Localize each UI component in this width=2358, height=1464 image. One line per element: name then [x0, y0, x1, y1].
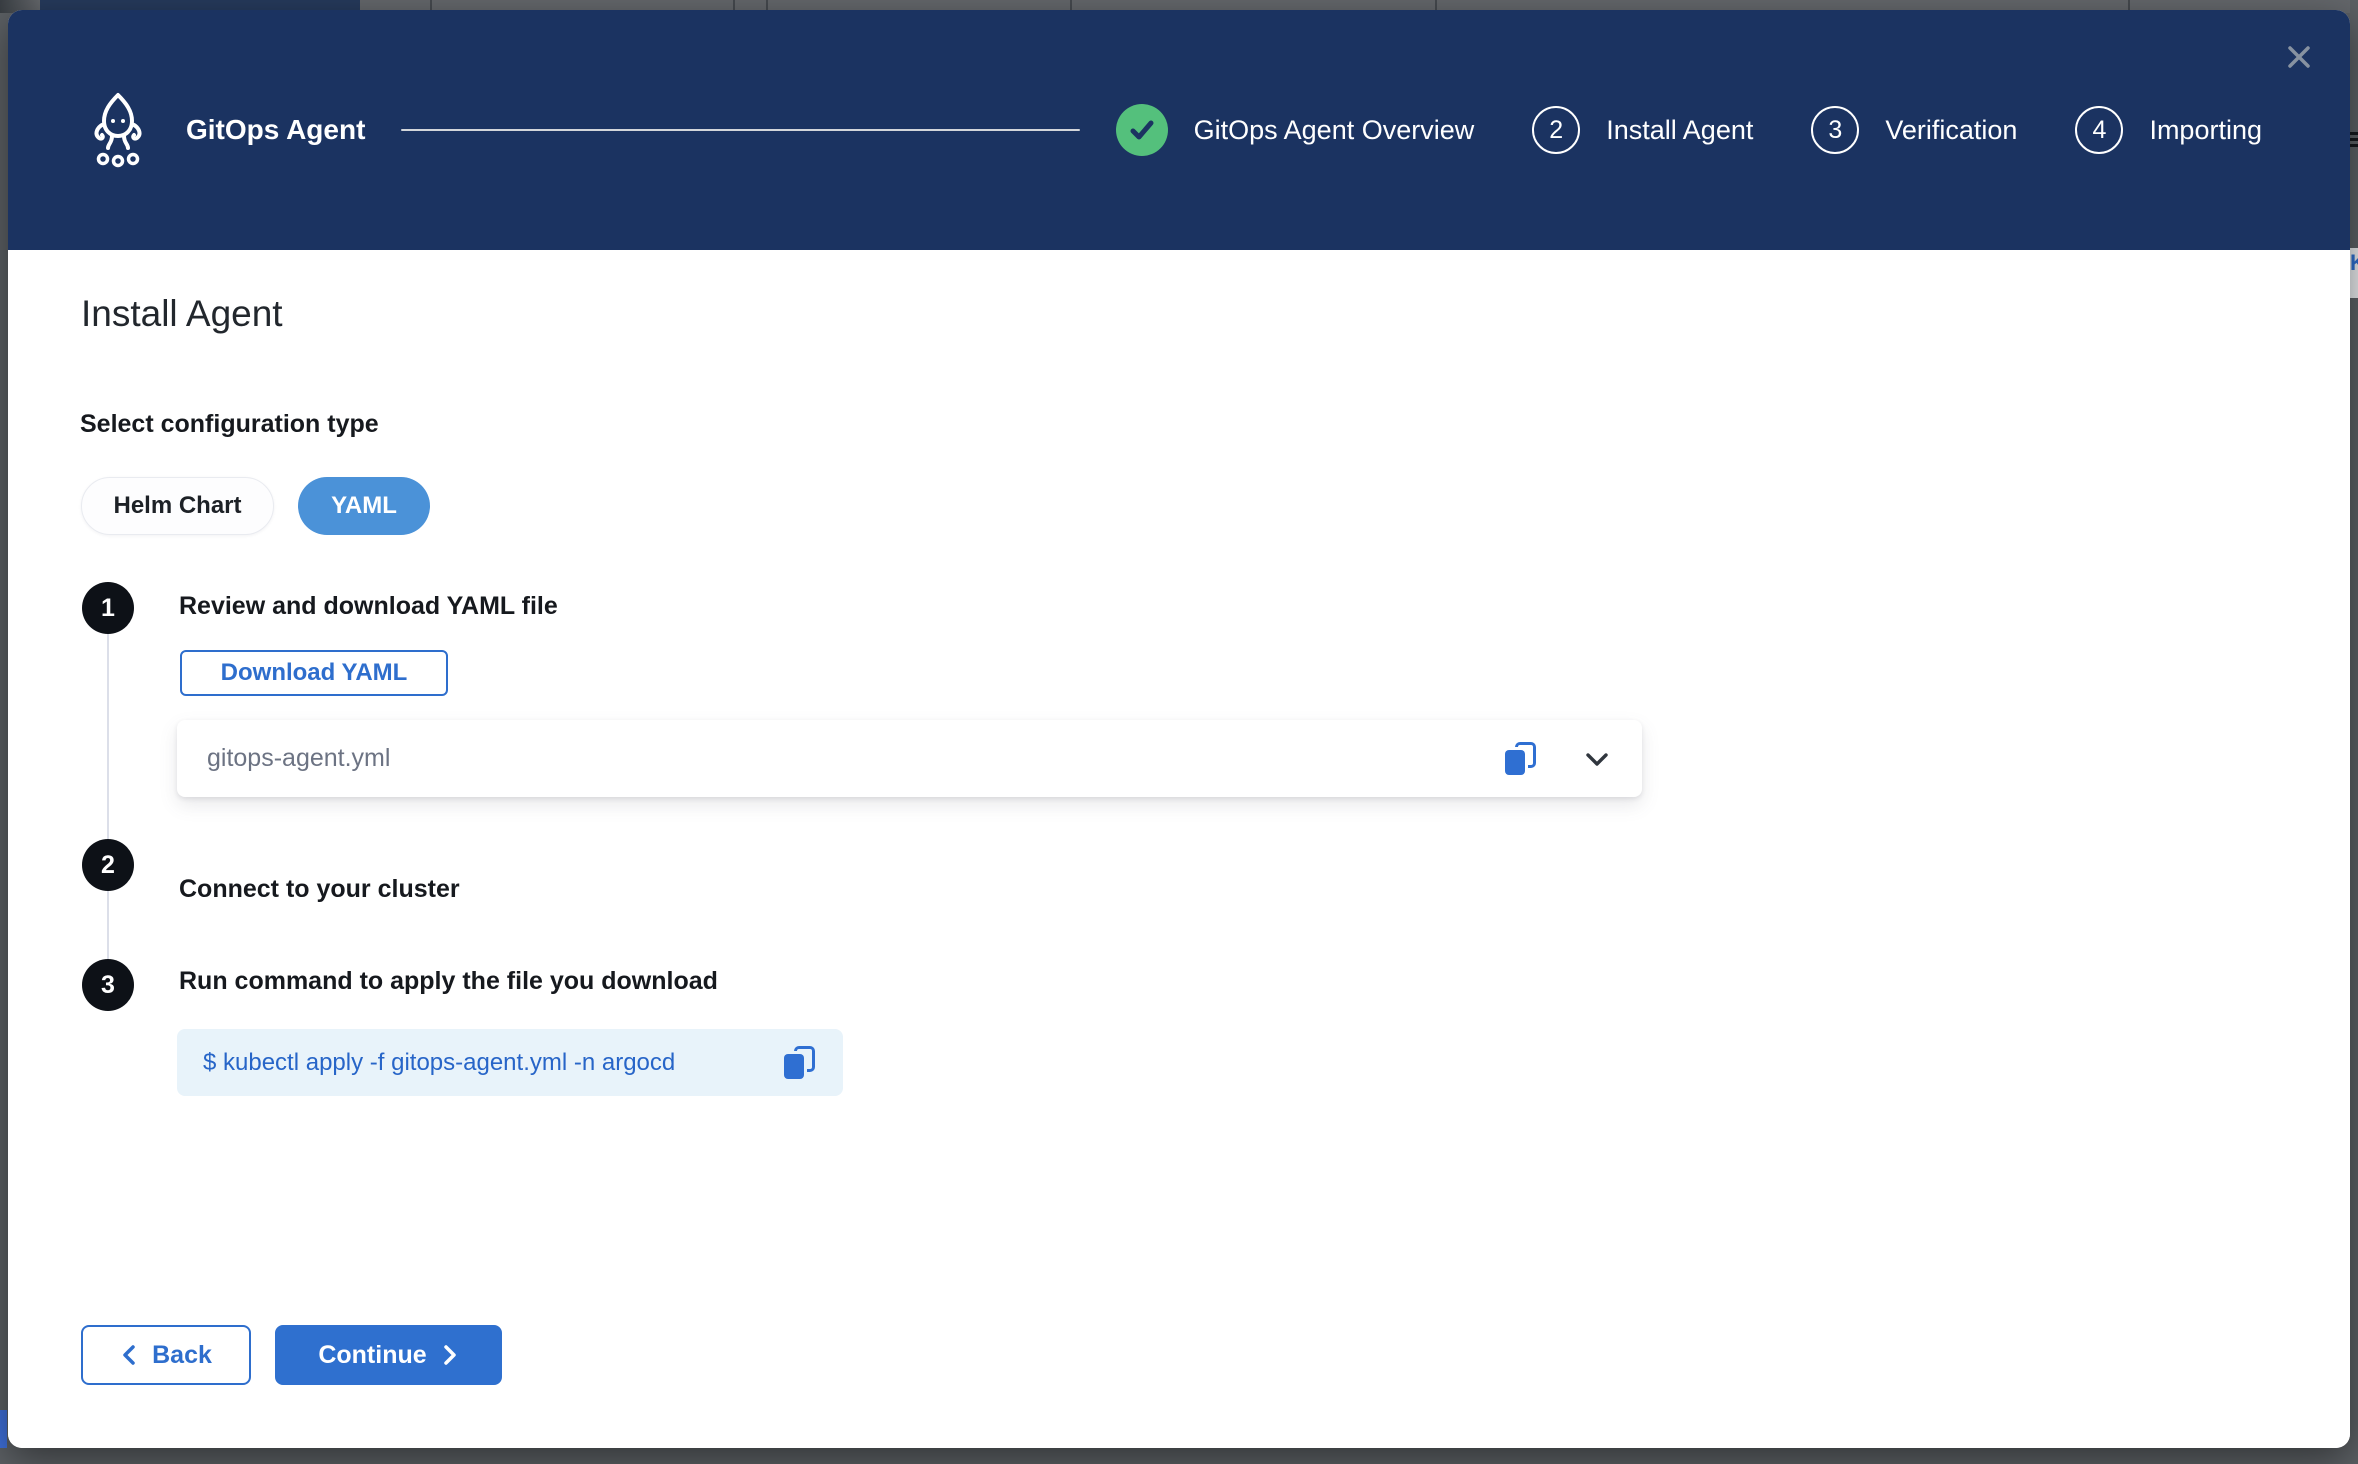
yaml-file-panel[interactable]: gitops-agent.yml	[177, 720, 1642, 797]
kubectl-command-snippet: $ kubectl apply -f gitops-agent.yml -n a…	[177, 1029, 843, 1096]
step-number-badge: 3	[1811, 106, 1859, 154]
continue-button[interactable]: Continue	[275, 1325, 502, 1385]
step-3-number-badge: 3	[82, 959, 134, 1011]
config-type-toggle: Helm Chart YAML	[81, 477, 430, 535]
wizard-title: GitOps Agent	[186, 114, 365, 146]
step-3-title: Run command to apply the file you downlo…	[179, 967, 718, 996]
background-blue-fragment	[0, 1410, 7, 1448]
copy-icon[interactable]	[784, 1046, 815, 1079]
stepper-label: GitOps Agent Overview	[1194, 115, 1475, 146]
stepper-item-importing[interactable]: 4 Importing	[2075, 106, 2262, 154]
background-text-fragment: K	[2350, 248, 2358, 298]
chevron-right-icon	[441, 1344, 459, 1366]
continue-button-label: Continue	[318, 1341, 426, 1370]
wizard-header: GitOps Agent GitOps Agent Overview 2 Ins…	[8, 10, 2350, 250]
back-button[interactable]: Back	[81, 1325, 251, 1385]
download-yaml-button[interactable]: Download YAML	[180, 650, 448, 696]
close-icon[interactable]	[2284, 42, 2314, 72]
step-number-badge: 2	[1532, 106, 1580, 154]
wizard-stepper: GitOps Agent Overview 2 Install Agent 3 …	[1116, 104, 2262, 156]
chevron-left-icon	[120, 1344, 138, 1366]
stepper-item-overview[interactable]: GitOps Agent Overview	[1116, 104, 1475, 156]
step-complete-check-icon	[1116, 104, 1168, 156]
chevron-down-icon[interactable]	[1582, 744, 1612, 774]
helm-chart-option[interactable]: Helm Chart	[81, 477, 274, 535]
step-2-title: Connect to your cluster	[179, 875, 460, 904]
gitops-agent-wizard-modal: GitOps Agent GitOps Agent Overview 2 Ins…	[8, 10, 2350, 1448]
stepper-item-install-agent[interactable]: 2 Install Agent	[1532, 106, 1753, 154]
yaml-option[interactable]: YAML	[298, 477, 430, 535]
stepper-label: Importing	[2149, 115, 2262, 146]
step-1-number-badge: 1	[82, 582, 134, 634]
command-text: $ kubectl apply -f gitops-agent.yml -n a…	[203, 1049, 784, 1077]
step-number-badge: 4	[2075, 106, 2123, 154]
gitops-agent-logo-icon	[90, 91, 146, 169]
page-title: Install Agent	[81, 293, 283, 335]
copy-icon[interactable]	[1505, 742, 1536, 775]
hamburger-icon	[2350, 132, 2358, 150]
stepper-label: Install Agent	[1606, 115, 1753, 146]
step-1-title: Review and download YAML file	[179, 592, 558, 621]
step-connector-line	[107, 891, 109, 959]
background-page-sliver: K	[2350, 0, 2358, 1464]
step-2-number-badge: 2	[82, 839, 134, 891]
step-connector-line	[107, 634, 109, 839]
yaml-file-name: gitops-agent.yml	[207, 744, 1505, 773]
back-button-label: Back	[152, 1341, 212, 1370]
screen: K GitOps Agent	[0, 0, 2358, 1464]
wizard-body: Install Agent Select configuration type …	[8, 250, 2350, 1448]
header-divider-line	[401, 129, 1079, 131]
config-type-label: Select configuration type	[80, 410, 379, 439]
stepper-label: Verification	[1885, 115, 2017, 146]
stepper-item-verification[interactable]: 3 Verification	[1811, 106, 2017, 154]
